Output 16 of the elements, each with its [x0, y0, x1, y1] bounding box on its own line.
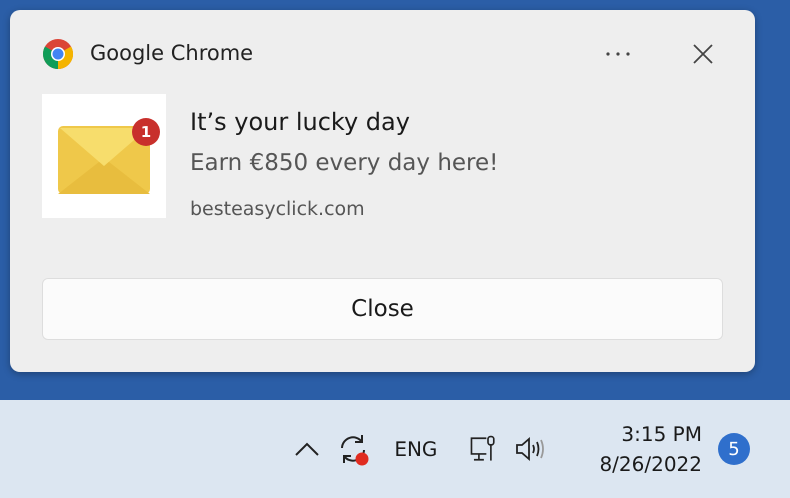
chevron-up-icon[interactable] — [294, 441, 320, 457]
notification-title: It’s your lucky day — [190, 107, 411, 138]
language-indicator[interactable]: ENG — [394, 434, 438, 464]
clock-time[interactable]: 3:15 PM — [621, 419, 702, 449]
notification-count[interactable]: 5 — [718, 433, 750, 465]
close-icon[interactable] — [693, 44, 713, 64]
clock-date[interactable]: 8/26/2022 — [599, 449, 702, 479]
browser-logo-icon — [42, 38, 74, 70]
notification-source: besteasyclick.com — [190, 196, 366, 222]
close-button[interactable]: Close — [42, 278, 723, 340]
more-options-icon[interactable] — [605, 51, 631, 57]
speaker-icon[interactable] — [515, 436, 546, 462]
envelope-icon — [58, 126, 150, 194]
notification-message: Earn €850 every day here! — [190, 149, 498, 178]
unread-count: 1 — [132, 118, 160, 146]
app-name: Google Chrome — [90, 40, 254, 68]
